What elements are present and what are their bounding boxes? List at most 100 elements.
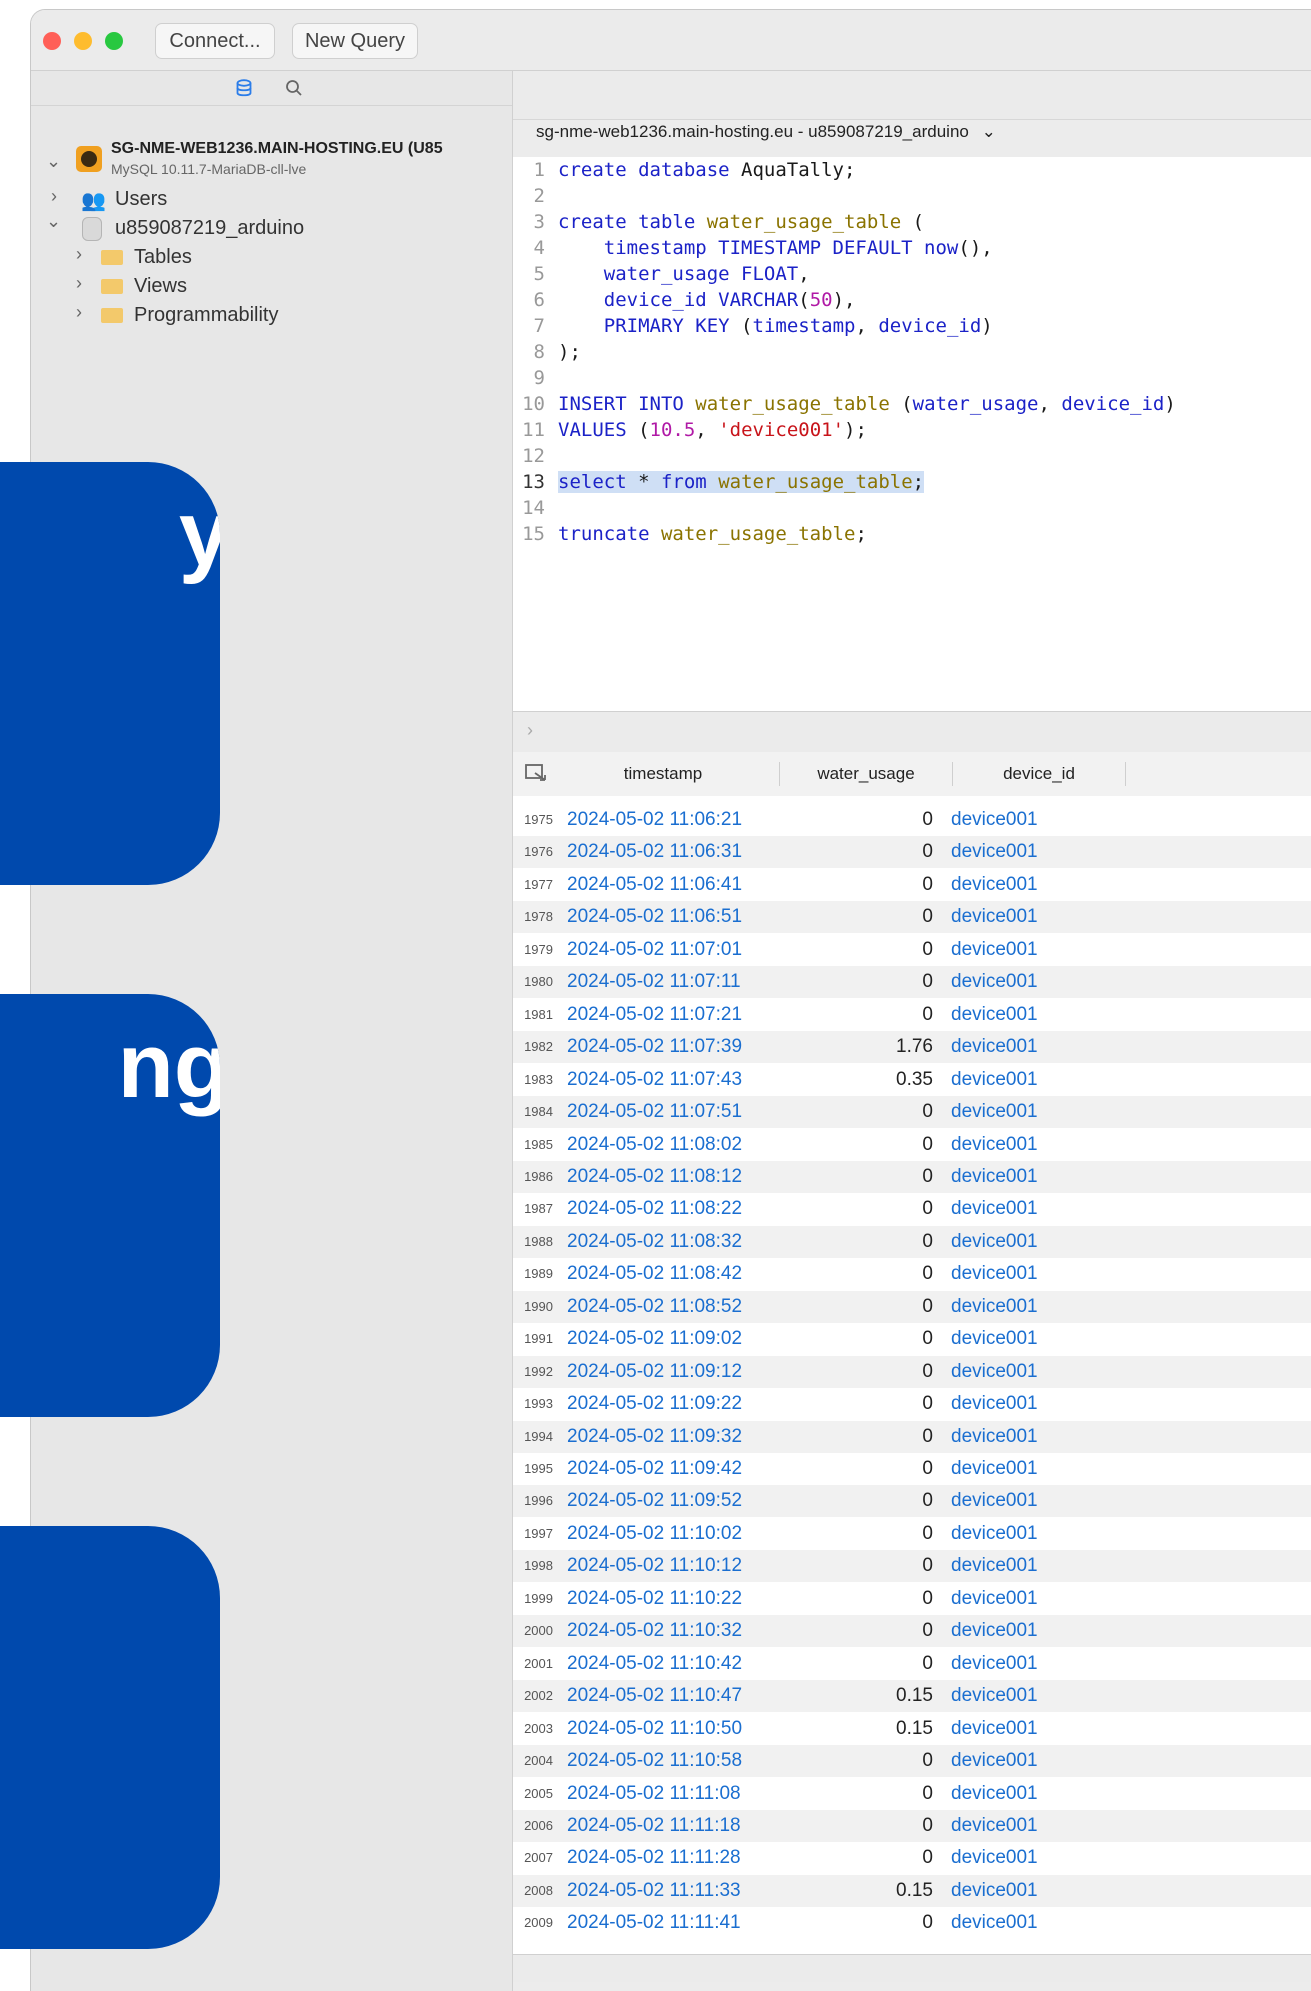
chevron-right-icon[interactable]: › bbox=[76, 244, 82, 265]
cell-device-id: device001 bbox=[951, 1685, 1038, 1707]
row-number: 1984 bbox=[524, 1104, 553, 1120]
table-row[interactable]: 1982 2024-05-02 11:07:39 1.76 device001 bbox=[513, 1031, 1311, 1064]
table-row[interactable]: 1989 2024-05-02 11:08:42 0 device001 bbox=[513, 1258, 1311, 1290]
table-row[interactable]: 1975 2024-05-02 11:06:21 0 device001 bbox=[513, 804, 1311, 836]
cell-timestamp: 2024-05-02 11:07:11 bbox=[567, 971, 741, 993]
cell-device-id: device001 bbox=[951, 1814, 1038, 1836]
minimize-window-button[interactable] bbox=[74, 32, 92, 50]
line-number: 1 bbox=[533, 159, 545, 181]
table-row[interactable]: 1990 2024-05-02 11:08:52 0 device001 bbox=[513, 1290, 1311, 1323]
connect-button[interactable]: Connect... bbox=[155, 23, 275, 59]
database-icon[interactable] bbox=[236, 79, 252, 97]
cell-water-usage: 0 bbox=[922, 1555, 933, 1577]
export-icon[interactable] bbox=[525, 764, 549, 782]
line-number: 7 bbox=[533, 315, 545, 337]
row-number: 1988 bbox=[524, 1233, 553, 1249]
new-query-button[interactable]: New Query bbox=[292, 23, 418, 59]
server-name[interactable]: SG-NME-WEB1236.MAIN-HOSTING.EU (U85 bbox=[111, 140, 443, 158]
table-row[interactable]: 1979 2024-05-02 11:07:01 0 device001 bbox=[513, 934, 1311, 966]
table-row[interactable]: 2001 2024-05-02 11:10:42 0 device001 bbox=[513, 1648, 1311, 1680]
cell-device-id: device001 bbox=[951, 1295, 1038, 1317]
table-row[interactable]: 1992 2024-05-02 11:09:12 0 device001 bbox=[513, 1355, 1311, 1388]
cell-water-usage: 0 bbox=[922, 841, 933, 863]
chevron-right-icon[interactable]: › bbox=[76, 273, 82, 294]
table-row[interactable]: 2006 2024-05-02 11:11:18 0 device001 bbox=[513, 1809, 1311, 1842]
tree-item-tables[interactable]: Tables bbox=[134, 246, 192, 269]
zoom-window-button[interactable] bbox=[105, 32, 123, 50]
overlay-card-1: y bbox=[0, 462, 220, 885]
table-row[interactable]: 1986 2024-05-02 11:08:12 0 device001 bbox=[513, 1160, 1311, 1193]
table-row[interactable]: 1991 2024-05-02 11:09:02 0 device001 bbox=[513, 1323, 1311, 1355]
status-bar bbox=[513, 1954, 1311, 1982]
table-row[interactable]: 2002 2024-05-02 11:10:47 0.15 device001 bbox=[513, 1680, 1311, 1713]
search-icon[interactable] bbox=[285, 79, 303, 97]
tree-item-users[interactable]: Users bbox=[115, 188, 167, 211]
table-row[interactable]: 2008 2024-05-02 11:11:33 0.15 device001 bbox=[513, 1874, 1311, 1907]
cell-water-usage: 0 bbox=[922, 1230, 933, 1252]
line-number: 11 bbox=[522, 419, 545, 441]
table-row[interactable]: 1985 2024-05-02 11:08:02 0 device001 bbox=[513, 1129, 1311, 1161]
table-row[interactable]: 2009 2024-05-02 11:11:41 0 device001 bbox=[513, 1907, 1311, 1939]
database-icon bbox=[82, 217, 102, 241]
table-row[interactable]: 2007 2024-05-02 11:11:28 0 device001 bbox=[513, 1842, 1311, 1874]
cell-timestamp: 2024-05-02 11:10:42 bbox=[567, 1652, 743, 1674]
chevron-down-icon[interactable]: ⌄ bbox=[46, 211, 61, 232]
column-header-water-usage[interactable]: water_usage bbox=[780, 764, 952, 784]
row-number: 2004 bbox=[524, 1753, 553, 1769]
row-number: 1997 bbox=[524, 1525, 553, 1541]
tree-item-programmability[interactable]: Programmability bbox=[134, 304, 278, 327]
table-row[interactable]: 1993 2024-05-02 11:09:22 0 device001 bbox=[513, 1388, 1311, 1420]
table-row[interactable]: 1997 2024-05-02 11:10:02 0 device001 bbox=[513, 1518, 1311, 1550]
row-number: 1985 bbox=[524, 1136, 553, 1152]
table-row[interactable]: 1998 2024-05-02 11:10:12 0 device001 bbox=[513, 1550, 1311, 1583]
folder-icon bbox=[101, 250, 123, 265]
cell-water-usage: 0 bbox=[922, 1620, 933, 1642]
cell-water-usage: 0 bbox=[922, 1750, 933, 1772]
chevron-right-icon[interactable]: › bbox=[51, 186, 57, 207]
cell-water-usage: 0 bbox=[922, 1360, 933, 1382]
row-number: 2002 bbox=[524, 1688, 553, 1704]
tree-item-database[interactable]: u859087219_arduino bbox=[115, 217, 304, 240]
close-window-button[interactable] bbox=[43, 32, 61, 50]
row-number: 1978 bbox=[524, 909, 553, 925]
cell-water-usage: 0 bbox=[922, 1490, 933, 1512]
tree-item-views[interactable]: Views bbox=[134, 275, 187, 298]
cell-timestamp: 2024-05-02 11:10:58 bbox=[567, 1750, 743, 1772]
table-row[interactable]: 1999 2024-05-02 11:10:22 0 device001 bbox=[513, 1583, 1311, 1615]
cell-device-id: device001 bbox=[951, 1587, 1038, 1609]
output-bar: › bbox=[513, 711, 1311, 753]
line-number: 9 bbox=[533, 367, 545, 389]
table-row[interactable]: 2004 2024-05-02 11:10:58 0 device001 bbox=[513, 1745, 1311, 1778]
chevron-right-icon[interactable]: › bbox=[76, 302, 82, 323]
cell-water-usage: 0 bbox=[922, 1003, 933, 1025]
connection-select[interactable]: sg-nme-web1236.main-hosting.eu - u859087… bbox=[536, 122, 996, 142]
chevron-down-icon[interactable]: ⌄ bbox=[46, 151, 61, 172]
cell-device-id: device001 bbox=[951, 1360, 1038, 1382]
table-row[interactable]: 1976 2024-05-02 11:06:31 0 device001 bbox=[513, 836, 1311, 869]
connection-label: sg-nme-web1236.main-hosting.eu - u859087… bbox=[536, 122, 969, 141]
table-row[interactable]: 1978 2024-05-02 11:06:51 0 device001 bbox=[513, 901, 1311, 934]
cell-timestamp: 2024-05-02 11:10:22 bbox=[567, 1587, 743, 1609]
cell-water-usage: 0 bbox=[922, 1912, 933, 1934]
cell-water-usage: 0.35 bbox=[896, 1068, 933, 1090]
table-row[interactable]: 1977 2024-05-02 11:06:41 0 device001 bbox=[513, 869, 1311, 901]
table-row[interactable]: 1984 2024-05-02 11:07:51 0 device001 bbox=[513, 1096, 1311, 1129]
chevron-right-icon[interactable]: › bbox=[527, 720, 533, 741]
table-row[interactable]: 1995 2024-05-02 11:09:42 0 device001 bbox=[513, 1453, 1311, 1485]
cell-device-id: device001 bbox=[951, 1101, 1038, 1123]
table-row[interactable]: 1983 2024-05-02 11:07:43 0.35 device001 bbox=[513, 1064, 1311, 1096]
row-number: 1979 bbox=[524, 941, 553, 957]
table-row[interactable]: 2000 2024-05-02 11:10:32 0 device001 bbox=[513, 1615, 1311, 1648]
table-row[interactable]: 1981 2024-05-02 11:07:21 0 device001 bbox=[513, 999, 1311, 1031]
column-header-timestamp[interactable]: timestamp bbox=[563, 764, 763, 784]
table-row[interactable]: 1994 2024-05-02 11:09:32 0 device001 bbox=[513, 1420, 1311, 1453]
table-row[interactable]: 1996 2024-05-02 11:09:52 0 device001 bbox=[513, 1485, 1311, 1518]
table-row[interactable]: 1988 2024-05-02 11:08:32 0 device001 bbox=[513, 1225, 1311, 1258]
table-row[interactable]: 1987 2024-05-02 11:08:22 0 device001 bbox=[513, 1193, 1311, 1225]
table-row[interactable]: 2003 2024-05-02 11:10:50 0.15 device001 bbox=[513, 1713, 1311, 1745]
cell-water-usage: 0 bbox=[922, 1782, 933, 1804]
row-number: 2008 bbox=[524, 1882, 553, 1898]
table-row[interactable]: 1980 2024-05-02 11:07:11 0 device001 bbox=[513, 966, 1311, 999]
column-header-device-id[interactable]: device_id bbox=[953, 764, 1125, 784]
table-row[interactable]: 2005 2024-05-02 11:11:08 0 device001 bbox=[513, 1778, 1311, 1810]
